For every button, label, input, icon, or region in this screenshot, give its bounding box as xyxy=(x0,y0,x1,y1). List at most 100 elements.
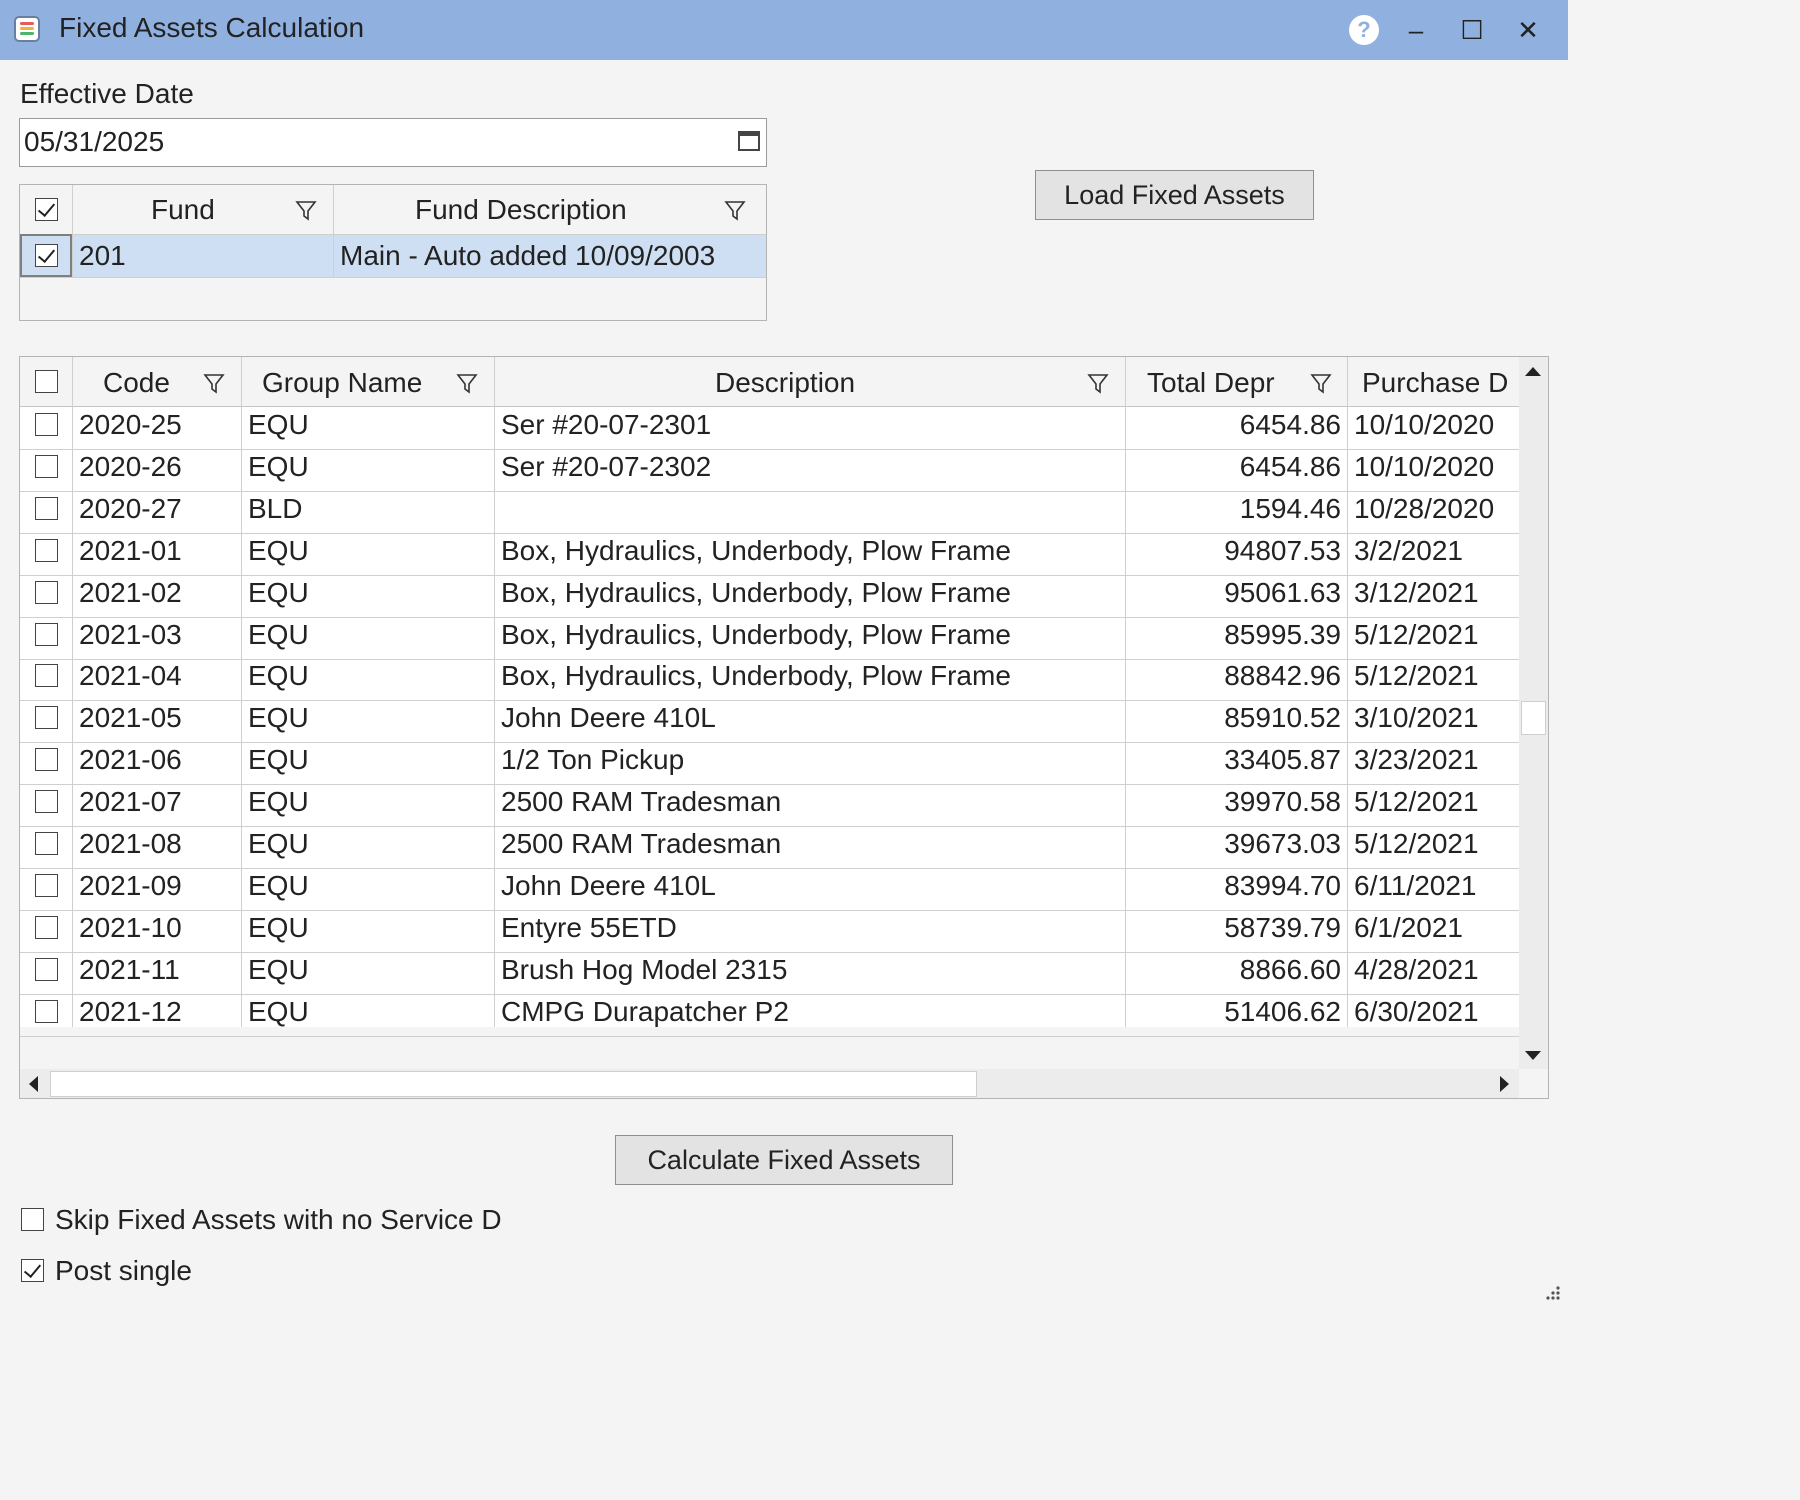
row-checkbox[interactable] xyxy=(35,748,58,771)
filter-icon[interactable] xyxy=(203,372,225,394)
total-depr-cell: 95061.63 xyxy=(1224,577,1341,608)
group-name-cell: EQU xyxy=(248,702,309,733)
purchase-date-cell: 5/12/2021 xyxy=(1354,828,1479,859)
fund-row-checkbox[interactable] xyxy=(35,244,58,267)
group-name-cell: EQU xyxy=(248,577,309,608)
calendar-icon[interactable] xyxy=(738,131,760,151)
fund-description-column-header[interactable]: Fund Description xyxy=(415,194,627,226)
total-depr-cell: 8866.60 xyxy=(1239,954,1341,985)
divider xyxy=(494,357,495,1027)
skip-no-service-date-checkbox[interactable] xyxy=(21,1208,44,1231)
help-icon[interactable]: ? xyxy=(1349,15,1379,45)
minimize-button[interactable]: – xyxy=(1396,12,1436,48)
purchase-date-cell: 5/12/2021 xyxy=(1354,786,1479,817)
code-cell: 2021-07 xyxy=(79,786,182,817)
divider xyxy=(333,185,334,277)
scroll-left-icon[interactable] xyxy=(29,1076,38,1092)
total-depr-cell: 88842.96 xyxy=(1224,660,1341,691)
group-name-cell: EQU xyxy=(248,409,309,440)
group-name-cell: EQU xyxy=(248,619,309,650)
description-cell: Box, Hydraulics, Underbody, Plow Frame xyxy=(501,660,1011,691)
purchase-date-column-header[interactable]: Purchase D xyxy=(1362,367,1519,399)
purchase-date-cell: 3/2/2021 xyxy=(1354,535,1463,566)
group-name-cell: EQU xyxy=(248,535,309,566)
purchase-date-cell: 5/12/2021 xyxy=(1354,619,1479,650)
row-checkbox[interactable] xyxy=(35,790,58,813)
group-name-cell: EQU xyxy=(248,828,309,859)
description-cell: Box, Hydraulics, Underbody, Plow Frame xyxy=(501,535,1011,566)
row-checkbox[interactable] xyxy=(35,539,58,562)
group-name-column-header[interactable]: Group Name xyxy=(262,367,422,399)
fund-column-header[interactable]: Fund xyxy=(151,194,215,226)
effective-date-label: Effective Date xyxy=(20,78,194,109)
divider xyxy=(72,357,73,1027)
divider xyxy=(20,234,766,235)
code-cell: 2021-10 xyxy=(79,912,182,943)
row-checkbox[interactable] xyxy=(35,623,58,646)
vertical-scroll-thumb[interactable] xyxy=(1521,701,1546,735)
effective-date-value: 05/31/2025 xyxy=(24,126,165,157)
row-checkbox[interactable] xyxy=(35,832,58,855)
code-cell: 2021-01 xyxy=(79,535,182,566)
filter-icon[interactable] xyxy=(456,372,478,394)
purchase-date-cell: 10/28/2020 xyxy=(1354,493,1495,524)
description-cell: Brush Hog Model 2315 xyxy=(501,954,788,985)
code-cell: 2021-11 xyxy=(79,954,180,985)
purchase-date-cell: 10/10/2020 xyxy=(1354,451,1495,482)
purchase-date-cell: 5/12/2021 xyxy=(1354,660,1479,691)
code-cell: 2021-09 xyxy=(79,870,182,901)
divider xyxy=(72,185,73,277)
description-cell: Box, Hydraulics, Underbody, Plow Frame xyxy=(501,577,1011,608)
filter-icon[interactable] xyxy=(1087,372,1109,394)
scroll-down-icon[interactable] xyxy=(1525,1051,1541,1060)
description-cell: 1/2 Ton Pickup xyxy=(501,744,685,775)
code-cell: 2021-04 xyxy=(79,660,182,691)
divider xyxy=(1125,357,1126,1027)
description-cell: Entyre 55ETD xyxy=(501,912,677,943)
calculate-fixed-assets-button[interactable]: Calculate Fixed Assets xyxy=(615,1135,953,1185)
row-checkbox[interactable] xyxy=(35,916,58,939)
description-cell: Ser #20-07-2301 xyxy=(501,409,712,440)
total-depr-column-header[interactable]: Total Depr xyxy=(1147,367,1275,399)
fund-select-all-checkbox[interactable] xyxy=(35,198,58,221)
group-name-cell: EQU xyxy=(248,786,309,817)
total-depr-cell: 85910.52 xyxy=(1224,702,1341,733)
load-fixed-assets-button[interactable]: Load Fixed Assets xyxy=(1035,170,1314,220)
row-checkbox[interactable] xyxy=(35,413,58,436)
skip-no-service-date-label[interactable]: Skip Fixed Assets with no Service D xyxy=(55,1204,523,1236)
description-column-header[interactable]: Description xyxy=(715,367,855,399)
post-single-label[interactable]: Post single xyxy=(55,1255,192,1287)
horizontal-scroll-thumb[interactable] xyxy=(50,1071,977,1097)
code-column-header[interactable]: Code xyxy=(103,367,170,399)
scroll-up-icon[interactable] xyxy=(1525,367,1541,376)
row-checkbox[interactable] xyxy=(35,455,58,478)
window-title: Fixed Assets Calculation xyxy=(59,12,365,43)
row-checkbox[interactable] xyxy=(35,874,58,897)
asset-select-all-checkbox[interactable] xyxy=(35,370,58,393)
code-cell: 2020-26 xyxy=(79,451,182,482)
maximize-button[interactable]: ☐ xyxy=(1452,12,1492,48)
filter-icon[interactable] xyxy=(724,199,746,221)
post-single-checkbox[interactable] xyxy=(21,1259,44,1282)
total-depr-cell: 33405.87 xyxy=(1224,744,1341,775)
scroll-right-icon[interactable] xyxy=(1500,1076,1509,1092)
row-checkbox[interactable] xyxy=(35,664,58,687)
filter-icon[interactable] xyxy=(1310,372,1332,394)
divider xyxy=(20,277,766,278)
row-checkbox[interactable] xyxy=(35,958,58,981)
filter-icon[interactable] xyxy=(295,199,317,221)
description-cell: John Deere 410L xyxy=(501,702,716,733)
close-button[interactable]: ✕ xyxy=(1508,12,1548,48)
row-checkbox[interactable] xyxy=(35,1000,58,1023)
code-cell: 2020-27 xyxy=(79,493,182,524)
resize-grip-icon[interactable] xyxy=(1540,1280,1562,1302)
row-checkbox[interactable] xyxy=(35,497,58,520)
total-depr-cell: 83994.70 xyxy=(1224,870,1341,901)
group-name-cell: EQU xyxy=(248,660,309,691)
purchase-date-cell: 6/30/2021 xyxy=(1354,996,1479,1027)
description-cell: John Deere 410L xyxy=(501,870,716,901)
row-checkbox[interactable] xyxy=(35,581,58,604)
fund-description-cell: Main - Auto added 10/09/2003 xyxy=(340,240,716,271)
total-depr-cell: 39970.58 xyxy=(1224,786,1341,817)
row-checkbox[interactable] xyxy=(35,706,58,729)
